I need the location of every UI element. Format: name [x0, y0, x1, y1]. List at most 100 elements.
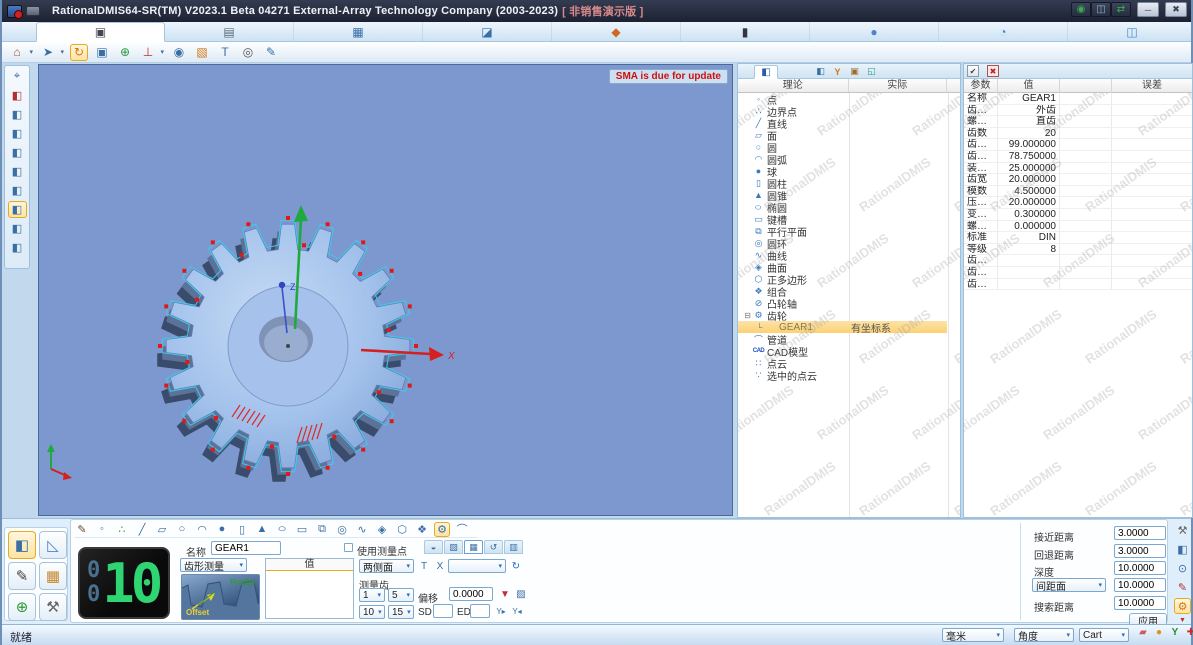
boundary-point-tool-icon[interactable]: ∴: [114, 522, 130, 537]
cube-actual-icon[interactable]: ◧: [8, 125, 27, 142]
surface-tool-icon[interactable]: ◈: [374, 522, 390, 537]
cube-select-off-icon[interactable]: ◧: [8, 87, 27, 104]
viewport-3d[interactable]: XZ SMA is due for update: [38, 64, 733, 516]
param-row[interactable]: 螺… 0.000000: [964, 220, 1192, 233]
param-row[interactable]: 名称 GEAR1: [964, 93, 1192, 105]
menu-icon[interactable]: [26, 6, 40, 16]
cube-compare-icon[interactable]: ◧: [8, 220, 27, 237]
offset-input[interactable]: [449, 587, 493, 601]
tree-gear[interactable]: ⊟ ⚙ 齿轮: [738, 309, 960, 323]
sphere-tool-icon[interactable]: ●: [214, 522, 230, 537]
param-row[interactable]: 齿…: [964, 278, 1192, 291]
tooth-4-select[interactable]: 15 ▾: [388, 605, 414, 619]
cancel-icon[interactable]: ✖: [987, 65, 999, 77]
spacing-plane-select[interactable]: 间距面 ▾: [1032, 578, 1106, 593]
angle-select[interactable]: 角度 ▾: [1014, 628, 1074, 643]
param-row[interactable]: 齿… 78.750000: [964, 150, 1192, 163]
param-row[interactable]: 齿… 外齿: [964, 104, 1192, 117]
cube-small-icon[interactable]: ◧: [814, 65, 827, 78]
grid-ruler[interactable]: ◺: [39, 531, 67, 559]
use-measure-points-checkbox[interactable]: [344, 543, 353, 552]
tab-clock[interactable]: ◔: [939, 22, 1068, 42]
coord-select[interactable]: Cart ▾: [1079, 628, 1129, 642]
cylinder-tool-icon[interactable]: ▯: [234, 522, 250, 537]
slot-tool-icon[interactable]: ▭: [294, 522, 310, 537]
depth-input[interactable]: [1114, 561, 1166, 575]
minitab-card[interactable]: ▥: [504, 540, 523, 554]
screens-icon[interactable]: ◫: [1091, 2, 1111, 17]
gear-profile-preview[interactable]: Profile Offset: [181, 574, 260, 620]
minitab-table[interactable]: ▦: [464, 540, 483, 554]
param-column-header[interactable]: 参数: [964, 79, 998, 93]
curve-tool-icon[interactable]: ∿: [354, 522, 370, 537]
param-row[interactable]: 模数 4.500000: [964, 185, 1192, 198]
value-table[interactable]: 值: [265, 558, 354, 619]
polygon-tool-icon[interactable]: ⬡: [394, 522, 410, 537]
cube-pick-icon[interactable]: ◧: [8, 144, 27, 161]
elements-tab[interactable]: ◧: [754, 65, 778, 79]
tab-device[interactable]: ▮: [681, 22, 810, 42]
param-row[interactable]: 齿… 99.000000: [964, 139, 1192, 151]
approach-distance-input[interactable]: [1114, 526, 1166, 540]
sd-input[interactable]: [433, 604, 453, 618]
param-row[interactable]: 变… 0.300000: [964, 208, 1192, 221]
flank-select[interactable]: 两侧面 ▾: [359, 559, 414, 574]
sync-user-icon[interactable]: ⇄: [1111, 2, 1131, 17]
tree-selected-point-cloud[interactable]: ∵ 选中的点云: [738, 369, 960, 383]
torus-tool-icon[interactable]: ◎: [334, 522, 350, 537]
tab-cloud[interactable]: ●: [810, 22, 939, 42]
probe-axis-icon[interactable]: X: [433, 559, 447, 573]
cone-tool-icon[interactable]: ▲: [254, 522, 270, 537]
minitab-probe[interactable]: ◒: [424, 540, 443, 554]
tooth-2-select[interactable]: 5 ▾: [388, 588, 414, 602]
home-icon[interactable]: ⌂: [8, 44, 33, 61]
tab-colors[interactable]: ◆: [552, 22, 681, 42]
refresh-icon[interactable]: ↻: [509, 559, 523, 573]
snapshot-icon[interactable]: ◎: [239, 44, 257, 61]
strip-machine[interactable]: ⚒: [1174, 522, 1191, 538]
gear-tool-icon[interactable]: ⚙: [434, 521, 450, 537]
circle-tool-icon[interactable]: ○: [174, 522, 190, 537]
confirm-icon[interactable]: ✔: [967, 65, 979, 77]
param-row[interactable]: 齿…: [964, 266, 1192, 279]
tree-expander-icon[interactable]: └: [755, 323, 764, 332]
error-column-header[interactable]: 误差: [1112, 79, 1192, 93]
stats-icon[interactable]: ◱: [865, 65, 878, 78]
marquee-select-icon[interactable]: ▣: [93, 44, 111, 61]
filter-icon[interactable]: Y: [831, 65, 844, 78]
tooth-3-select[interactable]: 10 ▾: [359, 605, 385, 619]
tab-probe[interactable]: ◪: [423, 22, 552, 42]
grid-crate[interactable]: ▦: [39, 562, 67, 590]
grid-measure-cube[interactable]: ◧: [8, 531, 36, 559]
axes-cube-icon[interactable]: ⊕: [116, 44, 134, 61]
joystick-icon[interactable]: ◉: [1071, 2, 1091, 17]
tab-window[interactable]: ◫: [1068, 22, 1193, 42]
cube-measure-icon[interactable]: ◧: [7, 201, 27, 218]
param-row[interactable]: 压… 20.000000: [964, 197, 1192, 209]
tree-expander-icon[interactable]: ⊟: [743, 311, 752, 320]
param-row[interactable]: 标准 DIN: [964, 232, 1192, 244]
offset-edit-icon[interactable]: ▨: [514, 587, 528, 601]
minimize-button[interactable]: ─: [1137, 2, 1159, 17]
combination-tool-icon[interactable]: ❖: [414, 522, 430, 537]
strip-zoom[interactable]: ⊙: [1174, 560, 1191, 576]
parallel-planes-tool-icon[interactable]: ⧉: [314, 522, 330, 537]
label-icon[interactable]: T: [216, 44, 234, 61]
strip-cube[interactable]: ◧: [1174, 541, 1191, 557]
rotate-view-icon[interactable]: ↻: [70, 43, 88, 61]
tooth-1-select[interactable]: 1 ▾: [359, 588, 385, 602]
pattern-select[interactable]: ▾: [448, 559, 506, 573]
value-column-header[interactable]: 值: [998, 79, 1060, 93]
cube-report-icon[interactable]: ◧: [8, 239, 27, 256]
status-ball-icon[interactable]: ●: [1152, 625, 1166, 639]
param-row[interactable]: 齿…: [964, 255, 1192, 267]
probe-tool-icon[interactable]: ✎: [74, 522, 90, 537]
status-probe-icon[interactable]: ✚: [1184, 625, 1193, 639]
search-distance-input[interactable]: [1114, 596, 1166, 610]
param-row[interactable]: 螺… 直齿: [964, 116, 1192, 128]
measure-type-select[interactable]: 齿形测量 ▾: [180, 558, 247, 573]
strip-probe[interactable]: ✎: [1174, 579, 1191, 595]
cube-annotate-icon[interactable]: ◧: [8, 163, 27, 180]
grid-probe[interactable]: ✎: [8, 562, 36, 590]
plane-tool-icon[interactable]: ▱: [154, 522, 170, 537]
